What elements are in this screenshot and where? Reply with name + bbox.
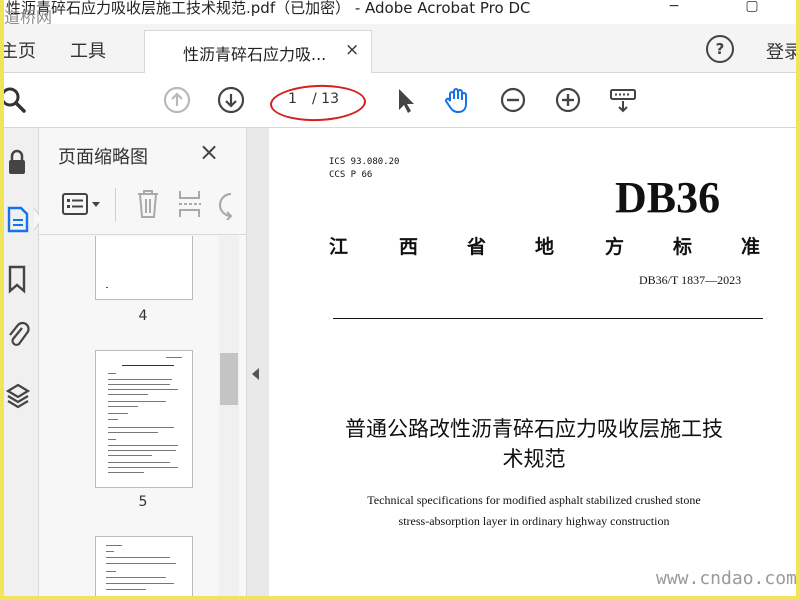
navigation-rail bbox=[4, 128, 43, 596]
insert-page-icon[interactable] bbox=[177, 188, 203, 220]
heading-char: 方 bbox=[605, 236, 625, 258]
collapse-arrow-icon[interactable] bbox=[252, 368, 259, 380]
arrow-up-circle-icon[interactable] bbox=[162, 85, 192, 115]
page-thumbnail[interactable] bbox=[95, 236, 193, 300]
heading-char: 省 bbox=[467, 236, 487, 258]
window-title: 性沥青碎石应力吸收层施工技术规范.pdf（已加密） - Adobe Acroba… bbox=[6, 0, 531, 17]
lock-icon[interactable] bbox=[6, 148, 32, 178]
toolbar-divider bbox=[115, 188, 116, 222]
title-en-line: Technical specifications for modified as… bbox=[367, 493, 701, 507]
thumbnail-pane-title: 页面缩略图 bbox=[58, 147, 148, 168]
minimize-button[interactable]: − bbox=[654, 0, 694, 18]
header-rule bbox=[333, 318, 763, 319]
close-pane-button[interactable]: × bbox=[199, 138, 219, 166]
heading-char: 地 bbox=[535, 236, 555, 258]
standard-code: DB36 bbox=[615, 173, 721, 222]
search-icon[interactable] bbox=[4, 85, 28, 115]
standard-number: DB36/T 1837—2023 bbox=[639, 273, 742, 287]
title-en-line: stress-absorption layer in ordinary high… bbox=[398, 514, 670, 528]
cursor-icon[interactable] bbox=[390, 85, 420, 115]
pane-collapse-gutter[interactable] bbox=[247, 128, 269, 596]
tab-bar: 主页 工具 性沥青碎石应力吸... × ? 登录 bbox=[4, 24, 796, 73]
bookmark-icon[interactable] bbox=[6, 264, 32, 294]
thumbnail-page-number: 5 bbox=[138, 494, 148, 510]
hand-icon[interactable] bbox=[442, 85, 472, 115]
login-button[interactable]: 登录 bbox=[766, 38, 796, 64]
heading-char: 标 bbox=[673, 236, 693, 258]
document-title-zh: 普通公路改性沥青碎石应力吸收层施工技 术规范 bbox=[309, 414, 759, 474]
thumbnail-list: 4 5 bbox=[39, 236, 217, 596]
zoom-out-icon[interactable] bbox=[498, 85, 528, 115]
thumbnail-page-number: 4 bbox=[138, 308, 148, 324]
layers-icon[interactable] bbox=[6, 380, 32, 410]
heading-char: 西 bbox=[399, 236, 419, 258]
restore-button[interactable]: ▢ bbox=[732, 0, 772, 18]
page-thumbnail[interactable] bbox=[95, 536, 193, 596]
ccs-code: CCS P 66 bbox=[329, 170, 373, 180]
page-thumbnails-icon[interactable] bbox=[6, 204, 32, 234]
thumbnail-scrollbar-thumb[interactable] bbox=[220, 353, 238, 405]
help-icon[interactable]: ? bbox=[706, 35, 734, 63]
document-title-en: Technical specifications for modified as… bbox=[309, 490, 759, 532]
keyboard-icon[interactable] bbox=[608, 85, 638, 115]
rotate-page-icon[interactable] bbox=[217, 190, 235, 220]
title-zh-line: 术规范 bbox=[502, 447, 566, 471]
ics-codes: ICS 93.080.20 CCS P 66 bbox=[329, 156, 399, 182]
watermark-site: www.cndao.com bbox=[656, 568, 796, 589]
acrobat-window: 性沥青碎石应力吸收层施工技术规范.pdf（已加密） - Adobe Acroba… bbox=[4, 0, 796, 596]
thumbnail-toolbar bbox=[39, 174, 246, 235]
arrow-down-circle-icon[interactable] bbox=[216, 85, 246, 115]
zoom-in-icon[interactable] bbox=[553, 85, 583, 115]
tab-tools[interactable]: 工具 bbox=[70, 37, 106, 63]
document-page: ICS 93.080.20 CCS P 66 DB36 江 西 省 地 方 标 … bbox=[269, 128, 796, 596]
ics-code: ICS 93.080.20 bbox=[329, 157, 400, 167]
title-zh-line: 普通公路改性沥青碎石应力吸收层施工技 bbox=[345, 417, 723, 441]
trash-icon[interactable] bbox=[135, 188, 161, 220]
thumbnail-pane: 页面缩略图 × 4 5 bbox=[39, 128, 247, 596]
tab-document[interactable]: 性沥青碎石应力吸... × bbox=[144, 30, 372, 73]
tab-home[interactable]: 主页 bbox=[4, 37, 36, 63]
document-tab-label: 性沥青碎石应力吸... bbox=[183, 45, 327, 64]
attachment-icon[interactable] bbox=[6, 320, 32, 350]
heading-char: 江 bbox=[329, 236, 349, 258]
close-tab-button[interactable]: × bbox=[345, 40, 359, 60]
page-thumbnail[interactable] bbox=[95, 350, 193, 488]
toolbar: 1 / 13 bbox=[4, 73, 796, 128]
thumbnail-options-icon[interactable] bbox=[61, 192, 105, 218]
title-bar: 性沥青碎石应力吸收层施工技术规范.pdf（已加密） - Adobe Acroba… bbox=[4, 0, 796, 22]
thumbnail-scrollbar[interactable] bbox=[219, 236, 239, 596]
heading-char: 准 bbox=[741, 236, 761, 258]
